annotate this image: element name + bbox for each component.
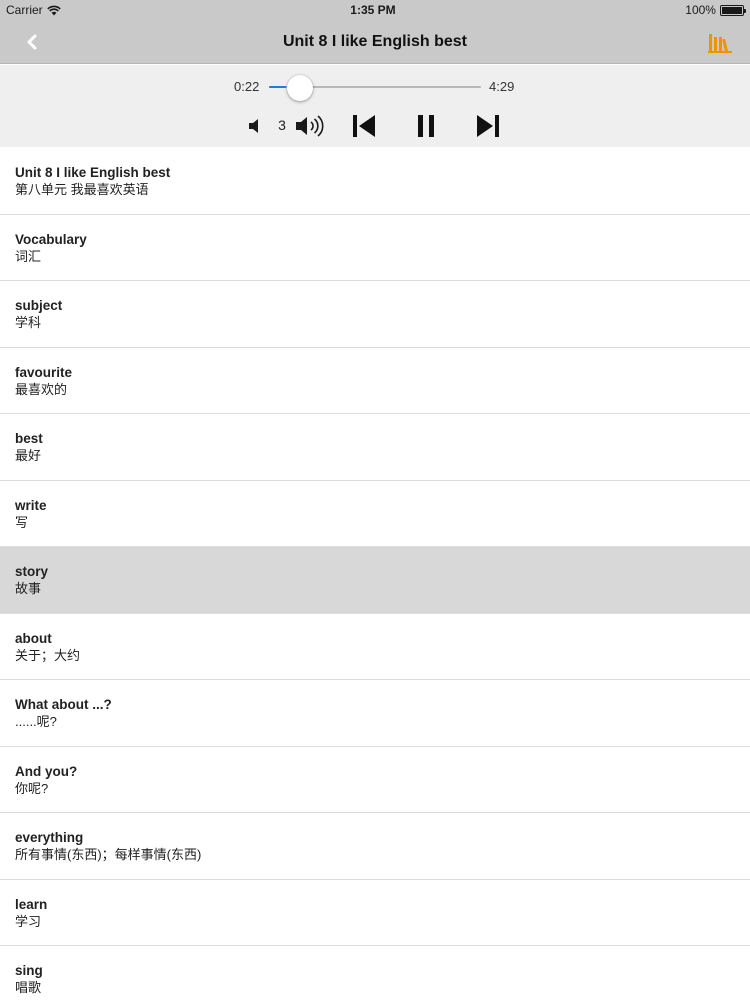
item-english: about — [15, 630, 52, 646]
item-english: Unit 8 I like English best — [15, 165, 171, 180]
volume-up-icon[interactable] — [294, 113, 326, 139]
item-english: learn — [15, 896, 48, 912]
item-chinese: ......呢? — [15, 714, 57, 729]
status-left: Carrier — [6, 3, 61, 17]
list-item[interactable]: And you? 你呢? — [0, 746, 750, 813]
item-chinese: 词汇 — [15, 248, 42, 264]
total-time: 4:29 — [489, 79, 515, 94]
item-english: favourite — [15, 364, 73, 380]
item-chinese: 学科 — [15, 315, 42, 330]
vocabulary-list[interactable]: Unit 8 I like English best 第八单元 我最喜欢英语 Voc… — [0, 148, 750, 1000]
chevron-left-icon[interactable] — [20, 29, 46, 55]
item-english: everything — [15, 830, 84, 845]
item-chinese: 学习 — [15, 913, 42, 929]
item-english: story — [15, 564, 49, 579]
pause-icon[interactable] — [415, 113, 437, 139]
progress-slider[interactable] — [269, 75, 481, 101]
item-english: And you? — [15, 763, 78, 779]
item-chinese: 你呢? — [15, 780, 49, 796]
item-english: subject — [15, 298, 63, 313]
list-item[interactable]: favourite 最喜欢的 — [0, 347, 750, 414]
list-item[interactable]: What about ...? ......呢? — [0, 680, 750, 747]
item-english: sing — [15, 963, 43, 978]
list-item[interactable]: story 故事 — [0, 547, 750, 614]
item-chinese: 写 — [15, 514, 29, 530]
item-english: What about ...? — [15, 697, 112, 712]
list-item[interactable]: sing 唱歌 — [0, 946, 750, 1000]
list-item[interactable]: write 写 — [0, 480, 750, 547]
list-item[interactable]: Vocabulary 词汇 — [0, 214, 750, 281]
list-item[interactable]: subject 学科 — [0, 281, 750, 348]
list-item[interactable]: learn 学习 — [0, 879, 750, 946]
list-item[interactable]: best 最好 — [0, 414, 750, 481]
volume-level: 3 — [278, 117, 286, 133]
battery-percent: 100% — [685, 3, 716, 17]
item-chinese: 第八单元 我最喜欢英语 — [15, 182, 149, 197]
next-track-icon[interactable] — [475, 113, 501, 139]
item-english: write — [15, 497, 47, 513]
item-chinese: 最喜欢的 — [15, 381, 68, 397]
current-time: 0:22 — [234, 79, 260, 94]
list-item[interactable]: everything 所有事情(东西)；每样事情(东西) — [0, 813, 750, 880]
status-right: 100% — [685, 3, 746, 17]
bookshelf-icon[interactable] — [708, 33, 732, 53]
item-chinese: 所有事情(东西)；每样事情(东西) — [15, 847, 202, 862]
slider-thumb[interactable] — [287, 75, 314, 101]
volume-down-icon[interactable] — [247, 116, 265, 136]
item-chinese: 关于；大约 — [15, 647, 81, 663]
audio-player: 0:22 4:29 3 — [0, 65, 750, 147]
nav-bar: Unit 8 I like English best — [0, 20, 750, 64]
item-chinese: 唱歌 — [15, 980, 42, 995]
item-chinese: 故事 — [15, 581, 42, 596]
item-chinese: 最好 — [15, 448, 42, 463]
carrier-label: Carrier — [6, 3, 43, 17]
battery-fill — [721, 6, 742, 14]
page-title: Unit 8 I like English best — [282, 32, 468, 50]
slider-fill — [269, 86, 287, 88]
item-english: Vocabulary — [15, 231, 87, 247]
list-item[interactable]: about 关于；大约 — [0, 613, 750, 680]
battery-icon — [719, 4, 746, 16]
previous-track-icon[interactable] — [351, 113, 377, 139]
item-english: best — [15, 431, 43, 446]
status-time: 1:35 PM — [350, 3, 396, 17]
wifi-icon — [46, 5, 61, 15]
list-item[interactable]: Unit 8 I like English best 第八单元 我最喜欢英语 — [0, 148, 750, 215]
status-bar: Carrier 1:35 PM 100% — [0, 0, 750, 20]
